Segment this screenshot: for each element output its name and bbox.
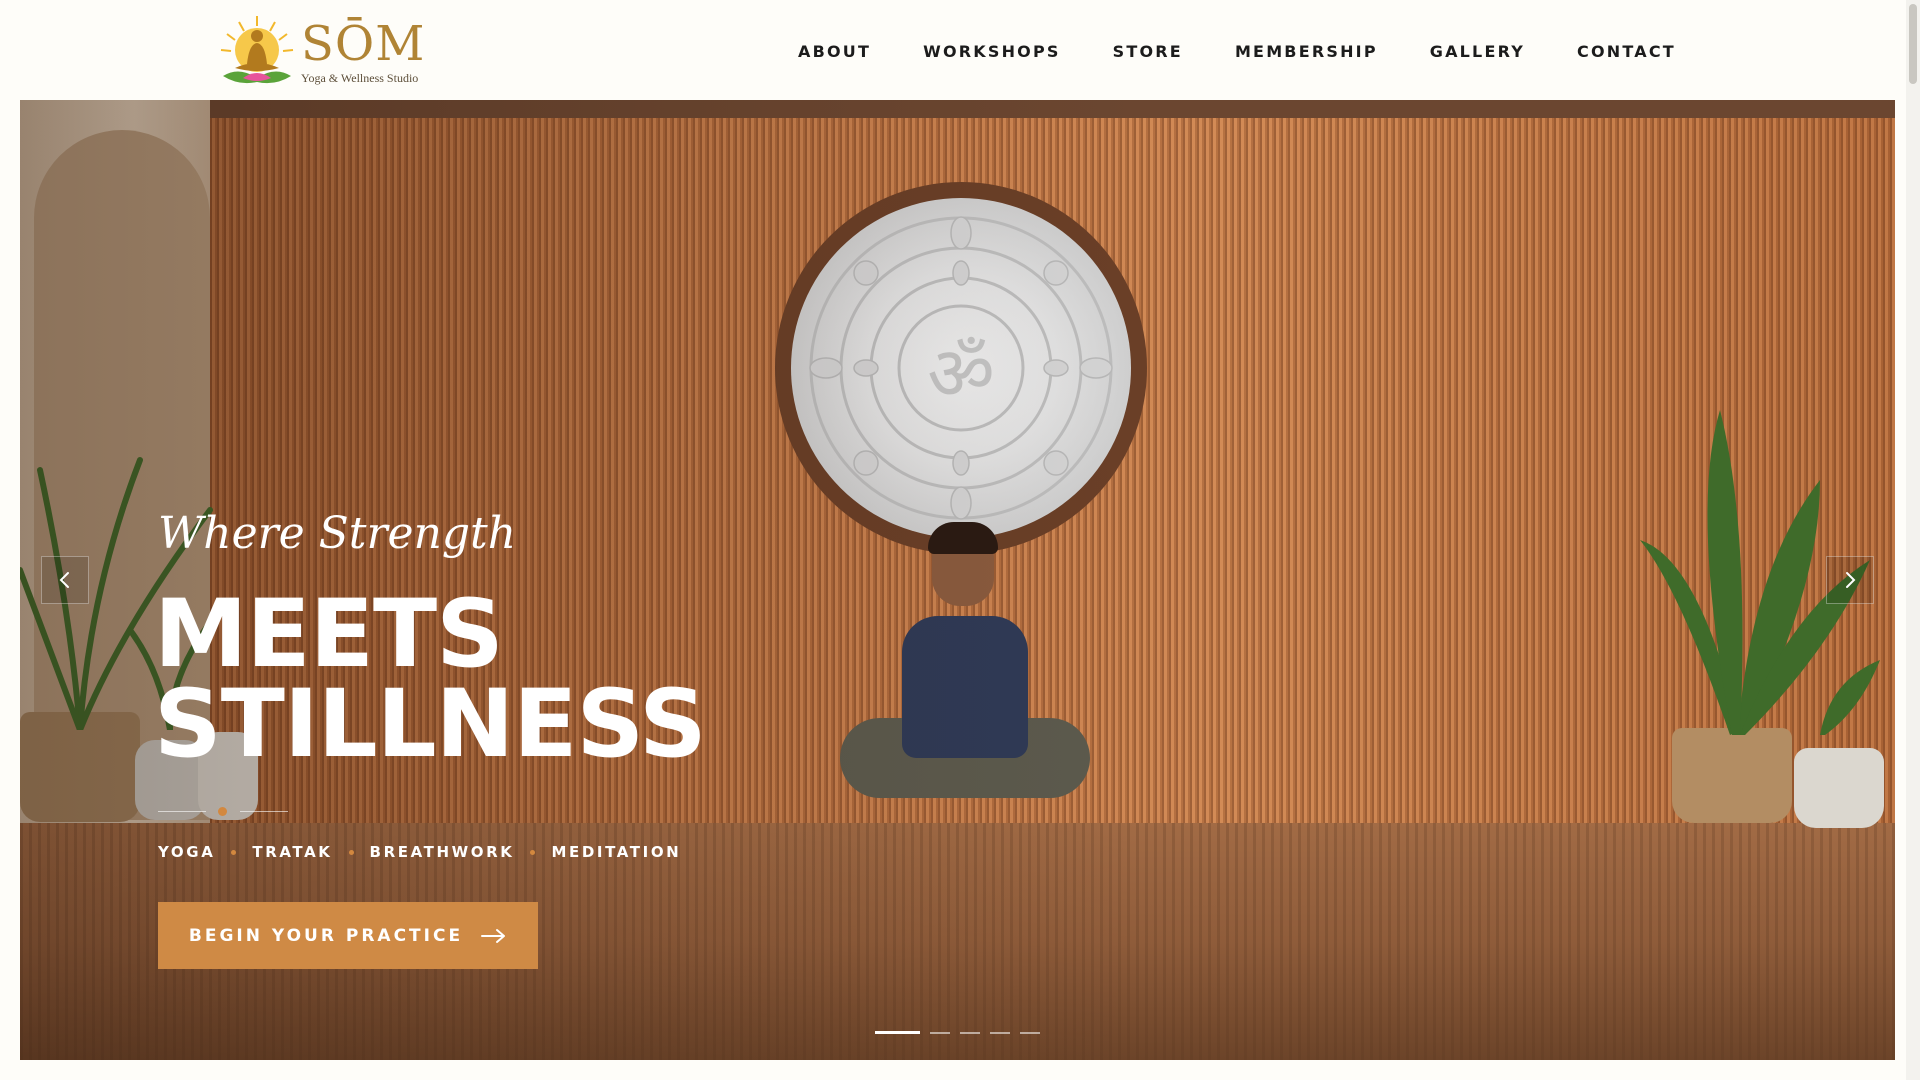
tag-breathwork: BREATHWORK — [369, 843, 515, 861]
hero-script-text: Where Strength — [158, 508, 517, 559]
tag-yoga: YOGA — [158, 843, 216, 861]
tag-separator — [530, 849, 536, 855]
nav-about[interactable]: ABOUT — [798, 42, 871, 61]
brand-name: SŌM — [301, 15, 426, 72]
carousel-slide-indicator[interactable] — [930, 1031, 950, 1034]
carousel-pagination — [875, 1031, 1050, 1034]
scrollbar-thumb[interactable] — [1909, 4, 1917, 84]
carousel-prev-button[interactable] — [41, 556, 89, 604]
hero-divider — [158, 806, 288, 818]
nav-gallery[interactable]: GALLERY — [1430, 42, 1525, 61]
page-scrollbar[interactable] — [1906, 0, 1920, 1080]
meditating-figure-sun-lotus-icon — [217, 14, 297, 90]
nav-workshops[interactable]: WORKSHOPS — [923, 42, 1061, 61]
carousel-slide-indicator[interactable] — [1020, 1031, 1040, 1034]
chevron-right-icon — [1846, 572, 1856, 588]
hero-carousel: ॐ Where Strength MEETS STILLN — [20, 100, 1895, 1060]
brand-logo[interactable]: SŌM Yoga & Wellness Studio — [217, 14, 426, 90]
hero-headline-line2: STILLNESS — [154, 670, 707, 779]
tag-tratak: TRATAK — [252, 843, 333, 861]
hero-headline-line1: MEETS — [154, 580, 504, 689]
nav-contact[interactable]: CONTACT — [1577, 42, 1676, 61]
main-nav: ABOUT WORKSHOPS STORE MEMBERSHIP GALLERY… — [798, 42, 1676, 61]
carousel-slide-indicator[interactable] — [875, 1031, 920, 1034]
practice-tags: YOGA TRATAK BREATHWORK MEDITATION — [158, 843, 681, 861]
nav-membership[interactable]: MEMBERSHIP — [1235, 42, 1378, 61]
nav-store[interactable]: STORE — [1113, 42, 1183, 61]
begin-practice-button[interactable]: BEGIN YOUR PRACTICE — [158, 902, 538, 969]
carousel-slide-indicator[interactable] — [990, 1031, 1010, 1034]
carousel-next-button[interactable] — [1826, 556, 1874, 604]
tag-meditation: MEDITATION — [551, 843, 682, 861]
tag-separator — [231, 849, 237, 855]
brand-tagline: Yoga & Wellness Studio — [301, 70, 419, 85]
tag-separator — [348, 849, 354, 855]
chevron-left-icon — [59, 572, 69, 588]
arrow-right-icon — [481, 928, 506, 943]
carousel-slide-indicator[interactable] — [960, 1031, 980, 1034]
cta-label: BEGIN YOUR PRACTICE — [188, 925, 464, 946]
site-header: SŌM Yoga & Wellness Studio ABOUT WORKSHO… — [0, 0, 1920, 100]
